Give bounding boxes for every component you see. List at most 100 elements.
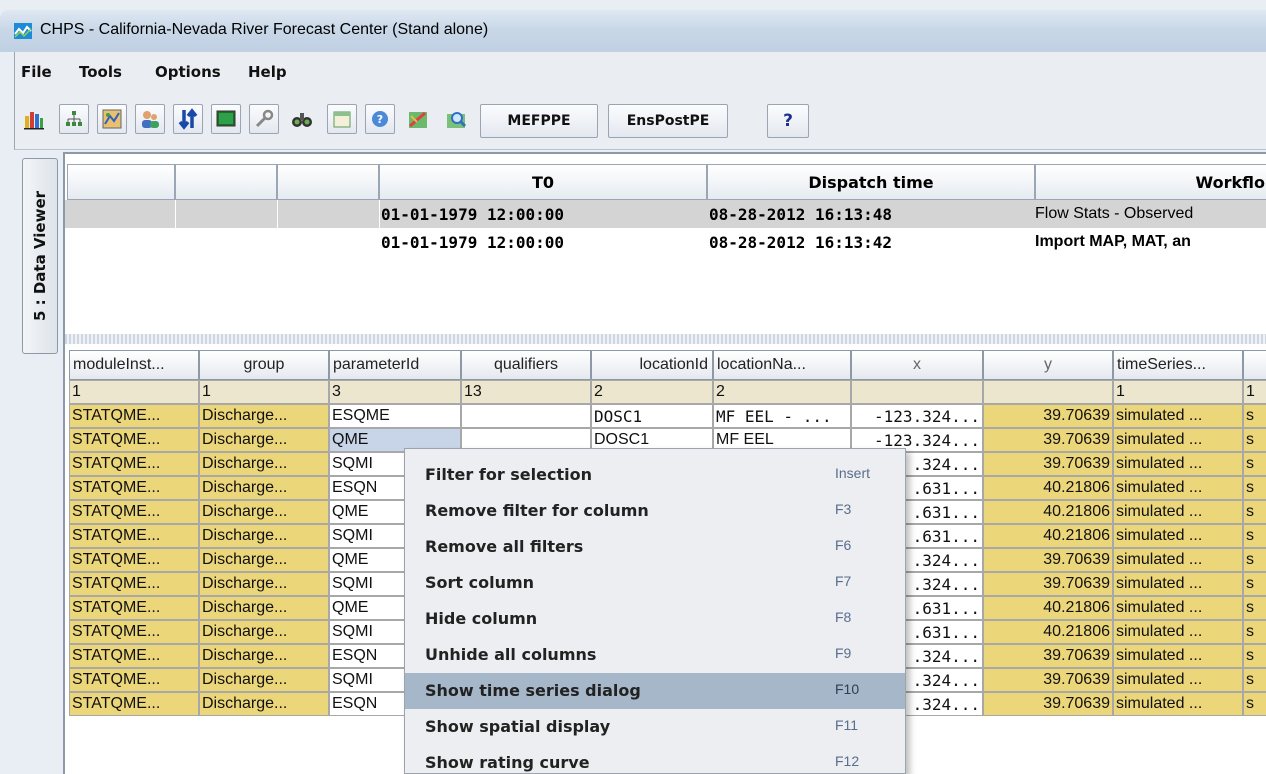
overflow-cell[interactable]: s [1243, 668, 1266, 692]
overflow-cell[interactable]: s [1243, 572, 1266, 596]
edit-map-button[interactable] [403, 104, 433, 134]
y-cell[interactable]: 39.70639 [983, 404, 1113, 428]
y-cell[interactable]: 40.21806 [983, 524, 1113, 548]
y-cell[interactable]: 39.70639 [983, 668, 1113, 692]
group-cell[interactable]: Discharge... [199, 668, 329, 692]
filter-count-cell[interactable]: 1 [1113, 380, 1243, 404]
help-circle-button[interactable]: ? [365, 104, 395, 134]
group-cell[interactable]: Discharge... [199, 644, 329, 668]
module-instance-cell[interactable]: STATQME... [69, 596, 199, 620]
hierarchy-button[interactable] [59, 104, 89, 134]
grid-header-x[interactable]: x [851, 350, 983, 380]
enspostpe-button[interactable]: EnsPostPE [608, 104, 728, 138]
context-menu-item[interactable]: Sort column F7 [405, 565, 905, 601]
mefppe-button[interactable]: MEFPPE [480, 104, 598, 138]
grid-header-module-instance[interactable]: moduleInst... [69, 350, 199, 380]
group-cell[interactable]: Discharge... [199, 620, 329, 644]
grid-header-overflow[interactable] [1243, 350, 1266, 380]
parameter-id-cell[interactable]: ESQME [329, 404, 461, 428]
overflow-cell[interactable]: s [1243, 524, 1266, 548]
x-cell[interactable]: -123.324... [851, 404, 983, 428]
qualifiers-cell[interactable] [461, 404, 591, 428]
data-viewer-tab[interactable]: 5 : Data Viewer [22, 158, 58, 354]
overflow-cell[interactable]: s [1243, 596, 1266, 620]
y-cell[interactable]: 39.70639 [983, 692, 1113, 716]
calendar-button[interactable] [327, 104, 357, 134]
y-cell[interactable]: 39.70639 [983, 548, 1113, 572]
overflow-cell[interactable]: s [1243, 692, 1266, 716]
module-instance-cell[interactable]: STATQME... [69, 668, 199, 692]
y-cell[interactable]: 40.21806 [983, 476, 1113, 500]
timeseries-type-cell[interactable]: simulated ... [1113, 548, 1243, 572]
context-menu-item[interactable]: Remove filter for column F3 [405, 493, 905, 529]
overflow-cell[interactable]: s [1243, 476, 1266, 500]
module-instance-cell[interactable]: STATQME... [69, 476, 199, 500]
task-col-header-t0[interactable]: T0 [379, 164, 707, 200]
module-instance-cell[interactable]: STATQME... [69, 524, 199, 548]
y-cell[interactable]: 39.70639 [983, 644, 1113, 668]
y-cell[interactable]: 40.21806 [983, 596, 1113, 620]
context-menu-item[interactable]: Show rating curve F12 [405, 745, 905, 774]
context-menu-item[interactable]: Unhide all columns F9 [405, 637, 905, 673]
module-instance-cell[interactable]: STATQME... [69, 404, 199, 428]
task-col-header-workflow[interactable]: Workflo [1035, 164, 1266, 200]
group-cell[interactable]: Discharge... [199, 524, 329, 548]
help-question-button[interactable]: ? [767, 104, 809, 138]
group-cell[interactable]: Discharge... [199, 500, 329, 524]
timeseries-type-cell[interactable]: simulated ... [1113, 644, 1243, 668]
timeseries-type-cell[interactable]: simulated ... [1113, 620, 1243, 644]
group-cell[interactable]: Discharge... [199, 692, 329, 716]
timeseries-type-cell[interactable]: simulated ... [1113, 692, 1243, 716]
filter-count-cell[interactable]: 3 [329, 380, 461, 404]
overflow-cell[interactable]: s [1243, 548, 1266, 572]
search-map-button[interactable] [441, 104, 471, 134]
y-cell[interactable]: 40.21806 [983, 500, 1113, 524]
filter-count-cell[interactable]: 2 [591, 380, 713, 404]
module-instance-cell[interactable]: STATQME... [69, 692, 199, 716]
timeseries-type-cell[interactable]: simulated ... [1113, 428, 1243, 452]
grid-header-parameter-id[interactable]: parameterId [329, 350, 461, 380]
overflow-cell[interactable]: s [1243, 452, 1266, 476]
group-cell[interactable]: Discharge... [199, 428, 329, 452]
title-bar[interactable]: CHPS - California-Nevada River Forecast … [0, 10, 1266, 52]
overflow-cell[interactable]: s [1243, 500, 1266, 524]
task-col-header-1[interactable] [67, 164, 175, 200]
filter-count-cell[interactable]: 1 [199, 380, 329, 404]
panel-splitter[interactable] [65, 334, 1266, 344]
task-row[interactable]: 01-01-1979 12:00:00 08-28-2012 16:13:42 … [65, 228, 1266, 256]
menu-tools[interactable]: Tools [79, 63, 122, 81]
group-cell[interactable]: Discharge... [199, 548, 329, 572]
module-instance-cell[interactable]: STATQME... [69, 452, 199, 476]
filter-count-cell[interactable] [983, 380, 1113, 404]
group-cell[interactable]: Discharge... [199, 596, 329, 620]
context-menu-item[interactable]: Filter for selection Insert [405, 457, 905, 493]
grid-header-group[interactable]: group [199, 350, 329, 380]
wrench-button[interactable] [249, 104, 279, 134]
group-cell[interactable]: Discharge... [199, 476, 329, 500]
group-cell[interactable]: Discharge... [199, 452, 329, 476]
grid-header-timeseries-type[interactable]: timeSeries... [1113, 350, 1243, 380]
location-id-cell[interactable]: DOSC1 [591, 404, 713, 428]
grid-header-location-name[interactable]: locationNa... [713, 350, 851, 380]
module-instance-cell[interactable]: STATQME... [69, 500, 199, 524]
timeseries-type-cell[interactable]: simulated ... [1113, 524, 1243, 548]
overflow-cell[interactable]: s [1243, 644, 1266, 668]
task-col-header-dispatch-time[interactable]: Dispatch time [707, 164, 1035, 200]
task-col-header-2[interactable] [175, 164, 277, 200]
module-instance-cell[interactable]: STATQME... [69, 644, 199, 668]
context-menu-item[interactable]: Show time series dialog F10 [405, 673, 905, 709]
timeseries-type-cell[interactable]: simulated ... [1113, 500, 1243, 524]
context-menu-item[interactable]: Show spatial display F11 [405, 709, 905, 745]
timeseries-type-cell[interactable]: simulated ... [1113, 476, 1243, 500]
binoculars-button[interactable] [287, 104, 317, 134]
y-cell[interactable]: 39.70639 [983, 428, 1113, 452]
monitor-button[interactable] [211, 104, 241, 134]
users-button[interactable] [135, 104, 165, 134]
transfer-button[interactable] [173, 104, 203, 134]
menu-options[interactable]: Options [155, 63, 221, 81]
module-instance-cell[interactable]: STATQME... [69, 548, 199, 572]
filter-count-cell[interactable]: 2 [713, 380, 851, 404]
grid-header-y[interactable]: y [983, 350, 1113, 380]
menu-help[interactable]: Help [248, 63, 287, 81]
filter-count-cell[interactable]: 1 [1243, 380, 1266, 404]
